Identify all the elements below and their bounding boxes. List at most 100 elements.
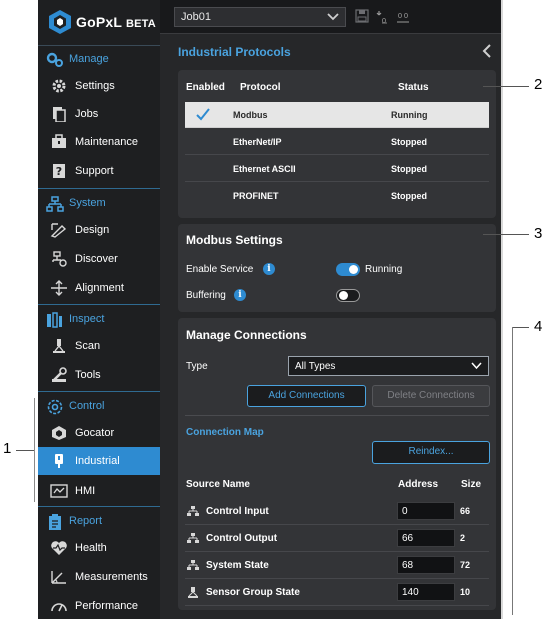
protocol-name: EtherNet/IP <box>233 137 282 147</box>
collapse-chevron-icon[interactable] <box>482 44 492 58</box>
sidebar-item-maintenance[interactable]: Maintenance <box>38 128 160 156</box>
svg-text:0: 0 <box>398 12 402 20</box>
protocol-row-modbus[interactable]: Modbus Running <box>185 102 489 128</box>
network-icon <box>187 560 199 570</box>
sidebar-item-measurements[interactable]: Measurements <box>38 563 160 591</box>
save-icon[interactable] <box>355 9 369 23</box>
section-report: Report <box>38 509 160 535</box>
sidebar-item-label: Settings <box>75 80 115 92</box>
section-divider <box>38 391 160 392</box>
connection-row[interactable]: Control Output 66 2 <box>185 525 489 552</box>
section-label: Report <box>69 515 103 527</box>
heart-icon <box>51 541 67 555</box>
sidebar-item-discover[interactable]: Discover <box>38 245 160 273</box>
sidebar-item-jobs[interactable]: Jobs <box>38 100 160 128</box>
col-header-enabled: Enabled <box>186 82 225 93</box>
delete-connections-button[interactable]: Delete Connections <box>372 385 490 407</box>
enable-service-label: Enable Service <box>186 264 254 275</box>
col-header-source: Source Name <box>186 479 250 490</box>
sidebar-item-label: Measurements <box>75 571 148 583</box>
connection-row[interactable]: System State 68 72 <box>185 552 489 579</box>
buffering-toggle[interactable] <box>336 289 360 302</box>
connection-name: Control Output <box>206 533 278 544</box>
protocol-status: Stopped <box>391 137 427 147</box>
sidebar-item-hmi[interactable]: HMI <box>38 477 160 505</box>
address-input[interactable]: 66 <box>397 529 455 547</box>
sidebar-item-settings[interactable]: Settings <box>38 72 160 100</box>
sidebar-item-label: Support <box>75 165 114 177</box>
callout-1: 1 <box>3 440 12 457</box>
sidebar-item-gocator[interactable]: Gocator <box>38 419 160 447</box>
divider <box>185 415 489 416</box>
network-icon <box>46 196 64 212</box>
protocol-row-ethernet-ascii[interactable]: Ethernet ASCII Stopped <box>185 156 489 182</box>
sidebar-item-label: Industrial <box>75 455 120 467</box>
panel-edge <box>501 0 503 619</box>
job-select[interactable]: Job01 <box>174 7 346 27</box>
callout-2: 2 <box>534 76 543 93</box>
address-input[interactable]: 140 <box>397 583 455 601</box>
chevron-down-icon <box>471 362 482 370</box>
address-input[interactable]: 0 <box>397 502 455 520</box>
service-status-text: Running <box>365 264 403 275</box>
reindex-button[interactable]: Reindex... <box>372 441 490 464</box>
type-label: Type <box>186 361 208 372</box>
sidebar-item-performance[interactable]: Performance <box>38 592 160 619</box>
hmi-icon <box>50 484 68 498</box>
section-manage: Manage <box>38 47 160 73</box>
col-header-status: Status <box>398 82 429 93</box>
enable-service-toggle[interactable] <box>336 263 360 276</box>
add-connections-button[interactable]: Add Connections <box>247 385 366 407</box>
sidebar-item-label: Alignment <box>75 282 124 294</box>
sidebar-item-label: Performance <box>75 600 138 612</box>
sidebar-item-scan[interactable]: Scan <box>38 332 160 360</box>
checkmark-icon[interactable] <box>195 106 211 122</box>
main-panel: Job01 0 00 Industrial Protocols Enabled … <box>160 0 501 619</box>
help-icon: ? <box>53 164 65 178</box>
protocol-row-profinet[interactable]: PROFINET Stopped <box>185 183 489 209</box>
callout-4: 4 <box>534 318 543 335</box>
sidebar-item-alignment[interactable]: Alignment <box>38 274 160 302</box>
section-divider <box>38 188 160 189</box>
modbus-settings-card: Modbus Settings Enable Service i Running… <box>178 224 496 312</box>
section-system: System <box>38 191 160 217</box>
type-select[interactable]: All Types <box>288 356 489 376</box>
sidebar-item-label: Discover <box>75 253 118 265</box>
connection-name: System State <box>206 560 269 571</box>
callout-line <box>16 450 34 451</box>
gear-icon <box>52 79 66 93</box>
sidebar-item-label: Tools <box>75 369 101 381</box>
sidebar-item-support[interactable]: ? Support <box>38 157 160 185</box>
protocol-status: Stopped <box>391 191 427 201</box>
redo-icon[interactable]: 00 <box>395 9 411 25</box>
documents-icon <box>53 107 66 122</box>
app-logo[interactable]: GoPxL BETA <box>38 0 160 46</box>
buffering-label: Buffering <box>186 290 226 301</box>
protocol-row-ethernet-ip[interactable]: EtherNet/IP Stopped <box>185 129 489 155</box>
sensor-icon <box>188 587 198 598</box>
address-input[interactable]: 68 <box>397 556 455 574</box>
sidebar-item-design[interactable]: Design <box>38 216 160 244</box>
manage-connections-card: Manage Connections Type All Types Add Co… <box>178 318 496 610</box>
control-icon <box>47 399 63 415</box>
info-icon[interactable]: i <box>263 263 275 275</box>
measurements-icon <box>51 571 66 584</box>
connection-row[interactable]: Control Input 0 66 <box>185 498 489 525</box>
panel-title: Industrial Protocols <box>178 45 291 59</box>
gopxl-logo-icon <box>49 10 71 34</box>
connection-row[interactable]: Sensor Group State 140 10 <box>185 579 489 606</box>
undo-icon[interactable]: 0 <box>375 9 391 25</box>
sidebar-item-label: Design <box>75 224 110 236</box>
plug-icon <box>55 454 63 468</box>
sidebar-item-health[interactable]: Health <box>38 534 160 562</box>
svg-text:0: 0 <box>382 17 386 25</box>
protocol-status: Stopped <box>391 164 427 174</box>
alignment-icon <box>51 280 67 296</box>
toolbar: Job01 0 00 <box>160 0 501 34</box>
sidebar-item-industrial[interactable]: Industrial <box>38 447 160 475</box>
section-label: Manage <box>69 53 109 65</box>
sidebar-item-tools[interactable]: Tools <box>38 361 160 389</box>
chevron-down-icon <box>327 13 339 21</box>
info-icon[interactable]: i <box>234 289 246 301</box>
gocator-icon <box>52 426 66 440</box>
